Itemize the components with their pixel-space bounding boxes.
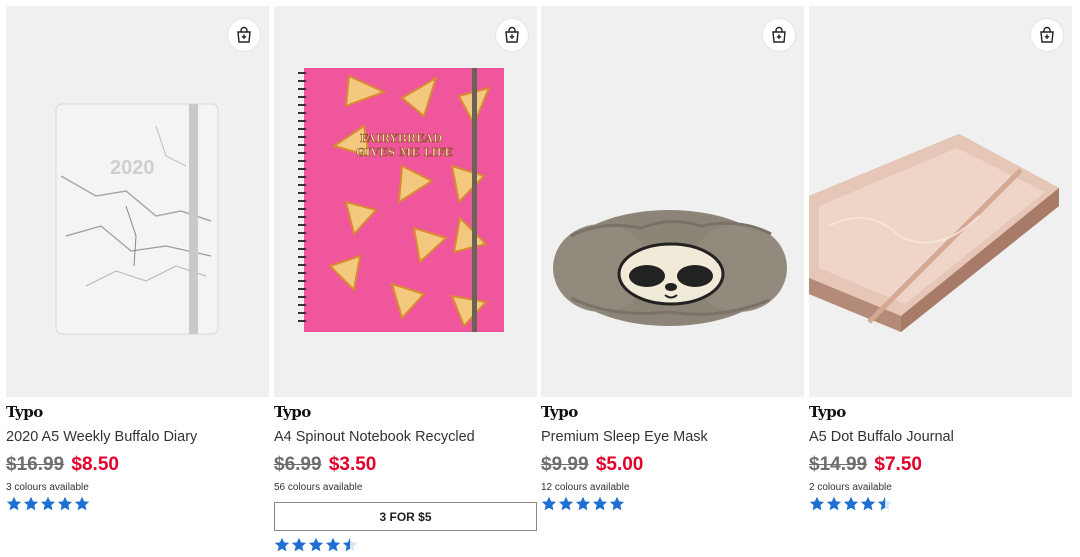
colours-available: 12 colours available: [541, 482, 630, 493]
star-icon: [40, 496, 56, 511]
star-icon: [57, 496, 73, 511]
product-card[interactable]: Typo Premium Sleep Eye Mask $9.99 $5.00 …: [541, 6, 804, 557]
promo-button[interactable]: 3 FOR $5: [274, 502, 537, 531]
star-icon: [558, 496, 574, 511]
star-icon: [609, 496, 625, 511]
was-price: $16.99: [6, 454, 65, 475]
star-icon: [23, 496, 39, 511]
star-rating: [6, 496, 90, 512]
product-card[interactable]: FAIRYBREAD GIVES ME LIFE Typo A4 Spinout…: [274, 6, 537, 557]
star-icon: [575, 496, 591, 511]
star-icon: [325, 537, 341, 552]
star-rating: [541, 496, 625, 512]
product-image[interactable]: 2020: [6, 6, 269, 397]
star-icon: [860, 496, 876, 511]
sale-price: $7.50: [874, 454, 922, 475]
sale-price: $8.50: [71, 454, 119, 475]
svg-text:GIVES ME LIFE: GIVES ME LIFE: [356, 146, 453, 159]
product-price: $16.99 $8.50: [6, 454, 119, 476]
colours-available: 56 colours available: [274, 482, 363, 493]
was-price: $14.99: [809, 454, 868, 475]
product-name[interactable]: A4 Spinout Notebook Recycled: [274, 429, 475, 445]
product-card[interactable]: Typo A5 Dot Buffalo Journal $14.99 $7.50…: [809, 6, 1072, 557]
add-to-bag-button[interactable]: [496, 19, 528, 51]
star-rating: [274, 537, 358, 553]
star-rating: [809, 496, 893, 512]
product-image[interactable]: [809, 6, 1072, 397]
star-icon: [877, 496, 893, 511]
shopping-bag-plus-icon: [1040, 26, 1054, 43]
product-brand: Typo: [541, 403, 578, 421]
product-price: $9.99 $5.00: [541, 454, 643, 476]
star-icon: [291, 537, 307, 552]
marble-diary-image: 2020: [55, 103, 219, 335]
star-icon: [843, 496, 859, 511]
shopping-bag-plus-icon: [772, 26, 786, 43]
star-icon: [308, 537, 324, 552]
product-name[interactable]: Premium Sleep Eye Mask: [541, 429, 708, 445]
star-icon: [541, 496, 557, 511]
svg-text:2020: 2020: [110, 157, 155, 179]
rose-gold-journal-image: [809, 134, 1059, 332]
product-brand: Typo: [274, 403, 311, 421]
star-icon: [6, 496, 22, 511]
colours-available: 2 colours available: [809, 482, 892, 493]
star-icon: [826, 496, 842, 511]
shopping-bag-plus-icon: [505, 26, 519, 43]
add-to-bag-button[interactable]: [228, 19, 260, 51]
product-name[interactable]: 2020 A5 Weekly Buffalo Diary: [6, 429, 197, 445]
add-to-bag-button[interactable]: [763, 19, 795, 51]
svg-text:FAIRYBREAD: FAIRYBREAD: [360, 132, 443, 145]
sale-price: $5.00: [595, 454, 644, 475]
star-icon: [342, 537, 358, 552]
star-icon: [809, 496, 825, 511]
colours-available: 3 colours available: [6, 482, 89, 493]
was-price: $9.99: [541, 454, 589, 475]
product-image[interactable]: [541, 6, 804, 397]
product-name[interactable]: A5 Dot Buffalo Journal: [809, 429, 954, 445]
product-card[interactable]: 2020 Typo 2020 A5 Weekly Buffalo Diary $…: [6, 6, 269, 557]
product-image[interactable]: FAIRYBREAD GIVES ME LIFE: [274, 6, 537, 397]
product-price: $6.99 $3.50: [274, 454, 376, 476]
add-to-bag-button[interactable]: [1031, 19, 1063, 51]
shopping-bag-plus-icon: [237, 26, 251, 43]
sloth-eye-mask-image: [553, 210, 787, 326]
was-price: $6.99: [274, 454, 322, 475]
star-icon: [592, 496, 608, 511]
product-brand: Typo: [809, 403, 846, 421]
product-brand: Typo: [6, 403, 43, 421]
product-price: $14.99 $7.50: [809, 454, 922, 476]
sale-price: $3.50: [328, 454, 377, 475]
star-icon: [74, 496, 90, 511]
star-icon: [274, 537, 290, 552]
fairybread-notebook-image: FAIRYBREAD GIVES ME LIFE: [298, 68, 504, 332]
